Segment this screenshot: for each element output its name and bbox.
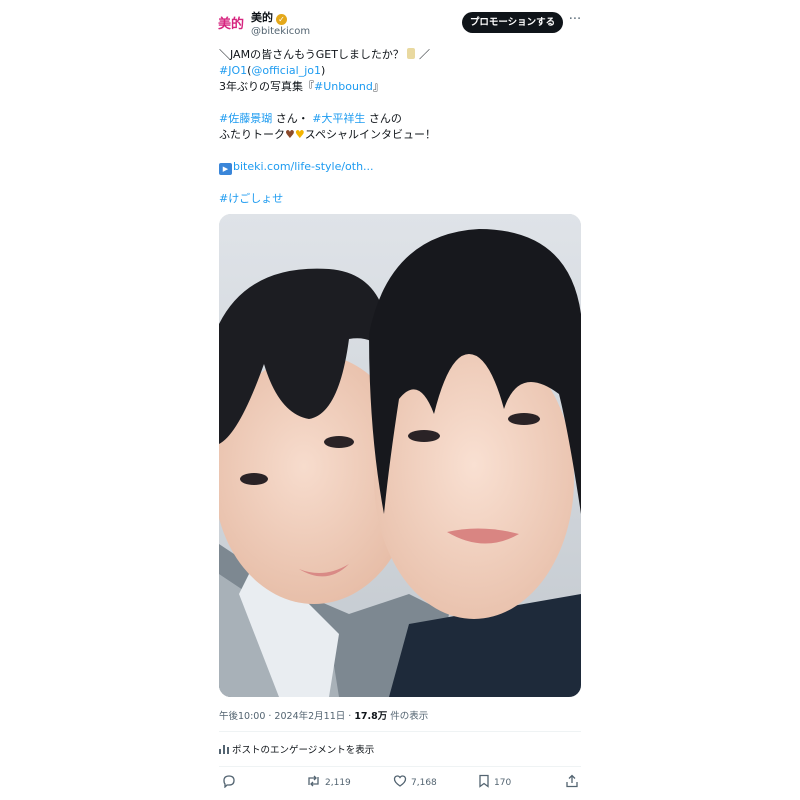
account-handle[interactable]: @bitekicom	[251, 26, 310, 37]
verified-badge-icon: ✓	[276, 14, 287, 25]
divider	[219, 766, 581, 767]
tweet-line-3: 3年ぶりの写真集『#Unbound』	[219, 79, 384, 95]
repost-icon	[308, 775, 319, 787]
view-suffix: 件の表示	[387, 711, 429, 722]
share-icon	[566, 774, 578, 788]
tweet-photo[interactable]	[219, 214, 581, 697]
view-count: 17.8万	[354, 711, 388, 722]
tweet-line-4: #佐藤景瑚 さん・ #大平祥生 さんの	[219, 111, 402, 127]
tweet-timestamp[interactable]: 午後10:00 · 2024年2月11日 ·	[219, 711, 354, 722]
hashtag-unbound[interactable]: #Unbound	[314, 80, 373, 93]
repost-button[interactable]: 2,119	[306, 774, 351, 792]
bookmark-button[interactable]: 170	[478, 774, 511, 792]
photo-image	[219, 214, 581, 697]
more-options-icon[interactable]: ···	[566, 11, 584, 31]
mention-official-jo1[interactable]: @official_jo1	[251, 64, 321, 77]
tweet-line-2: #JO1(@official_jo1)	[219, 63, 325, 79]
hashtag-kegoshose[interactable]: #けごしょせ	[219, 192, 283, 205]
tweet-meta: 午後10:00 · 2024年2月11日 · 17.8万 件の表示	[219, 708, 428, 722]
account-avatar[interactable]: 美的	[218, 14, 244, 36]
repost-count: 2,119	[325, 778, 351, 788]
reply-icon	[223, 775, 235, 789]
tweet-line-5-text-b: スペシャルインタビュー！	[304, 128, 436, 141]
paren-close: )	[320, 64, 326, 77]
jam-jar-emoji-icon	[407, 48, 416, 59]
bookmark-count: 170	[494, 778, 512, 788]
view-engagement-button[interactable]: ポストのエンゲージメントを表示	[219, 742, 374, 756]
tweet-link-line: ▶ biteki.com/life-style/oth...	[219, 159, 374, 175]
hashtag-ohira-shosei[interactable]: #大平祥生	[312, 112, 365, 125]
hashtag-sato-keigo[interactable]: #佐藤景瑚	[219, 112, 272, 125]
hashtag-jo1[interactable]: #JO1	[219, 64, 247, 77]
tweet-line-1-end: ／	[418, 48, 430, 61]
share-button[interactable]	[565, 774, 583, 792]
analytics-bar-icon	[219, 745, 229, 754]
like-button[interactable]: 7,168	[393, 774, 437, 792]
tweet-line-1: ＼JAMの皆さんもうGETしましたか？ ／	[219, 47, 430, 63]
promote-button[interactable]: プロモーションする	[462, 12, 563, 33]
view-engagement-label: ポストのエンゲージメントを表示	[232, 745, 375, 756]
reply-button[interactable]	[222, 774, 240, 792]
tweet-line-3-text: 3年ぶりの写真集『	[219, 80, 314, 93]
bookmark-icon	[479, 774, 489, 788]
brown-heart-icon: ♥	[285, 128, 295, 141]
tweet-line-last: #けごしょせ	[219, 191, 283, 207]
account-name-text[interactable]: 美的	[251, 11, 273, 24]
account-name[interactable]: 美的 ✓	[251, 10, 287, 26]
tweet-line-1-text: ＼JAMの皆さんもうGETしましたか？	[219, 48, 404, 61]
tweet-line-4-mid: さん・	[272, 112, 313, 125]
tweet-line-3-end: 』	[372, 80, 384, 93]
divider	[219, 731, 581, 732]
tweet-line-5-text-a: ふたりトーク	[219, 128, 285, 141]
like-count: 7,168	[411, 778, 437, 788]
play-button-icon: ▶	[219, 163, 232, 175]
heart-icon	[393, 775, 407, 787]
yellow-heart-icon: ♥	[294, 128, 305, 141]
article-link[interactable]: biteki.com/life-style/oth...	[233, 160, 374, 173]
tweet-line-4-end: さんの	[365, 112, 402, 125]
tweet-line-5: ふたりトーク♥♥スペシャルインタビュー！	[219, 127, 436, 143]
